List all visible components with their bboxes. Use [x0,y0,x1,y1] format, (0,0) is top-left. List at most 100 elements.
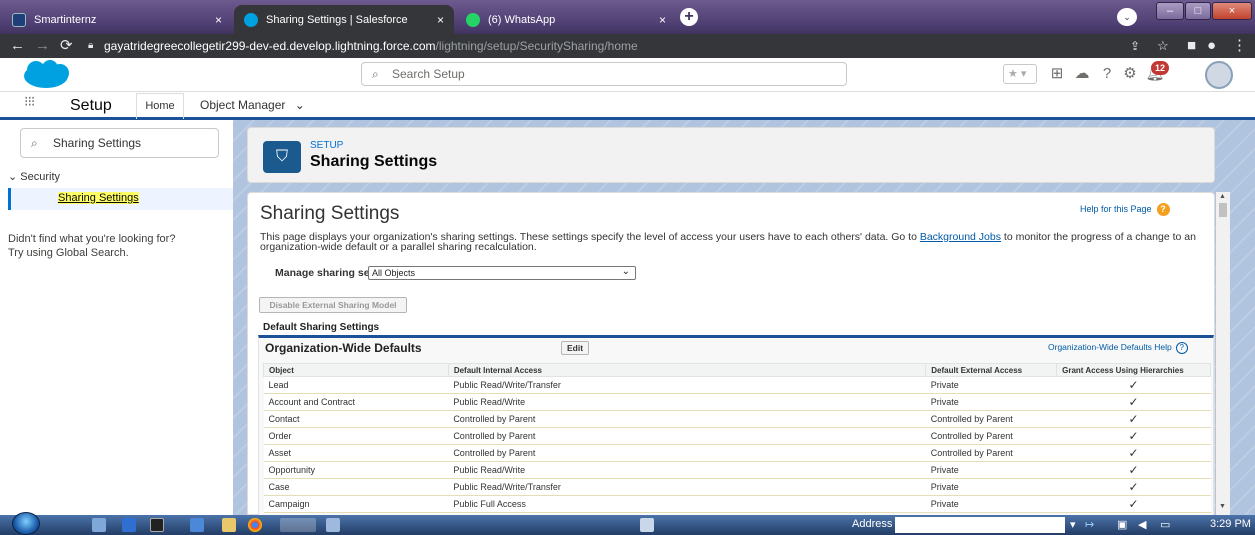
shield-icon: ⛉ [263,141,301,173]
start-button-icon[interactable] [12,512,40,535]
owd-help-text: Organization-Wide Defaults Help [1048,342,1172,352]
tab-object-manager[interactable]: Object Manager ⌄ [200,93,305,119]
close-tab-icon[interactable]: × [215,13,222,27]
taskbar-app-icon[interactable] [190,518,204,532]
close-window-button[interactable]: × [1212,2,1252,20]
vertical-scrollbar[interactable] [1216,192,1230,515]
media-player-icon[interactable] [122,518,136,532]
tab-whatsapp[interactable]: (6) WhatsApp × [456,5,676,34]
search-placeholder: Search Setup [392,67,465,81]
tab-home[interactable]: Home [136,93,184,119]
url-host: gayatridegreecollegetir299-dev-ed.develo… [104,39,436,53]
bookmark-star-icon[interactable]: ☆ [1157,36,1169,56]
taskbar-address-input[interactable] [895,517,1065,533]
external-access-cell: Controlled by Parent [925,410,1057,428]
network-icon[interactable]: ▣ [1117,518,1127,531]
lock-icon[interactable]: 🔒︎ [88,36,93,56]
tree-item-sharing-settings[interactable]: Sharing Settings [8,188,233,210]
background-jobs-link[interactable]: Background Jobs [920,231,1001,243]
owd-table: Object Default Internal Access Default E… [263,363,1211,513]
smartinternz-favicon-icon [12,12,26,27]
quick-find-input[interactable]: ⌕ Sharing Settings [20,128,219,158]
volume-icon[interactable]: ◀︎ [1138,518,1146,531]
table-row: Contact Controlled by Parent Controlled by… [263,410,1211,428]
close-tab-icon[interactable]: × [659,13,666,27]
scrollbar-thumb[interactable] [1219,203,1227,217]
share-icon[interactable]: ⇪ [1130,36,1140,56]
tree-section-label: Security [20,171,61,183]
address-dropdown-icon[interactable]: ▾ [1070,518,1076,531]
tab-sharing-settings[interactable]: Sharing Settings | Salesforce × [234,5,454,34]
power-icon[interactable]: ▭ [1160,518,1170,531]
forward-arrow-icon[interactable]: → [35,36,50,56]
external-access-cell: Private [925,478,1057,496]
app-launcher-grid-icon[interactable]: ⁝⁝⁝ [24,94,38,108]
profile-icon[interactable]: ● [1207,36,1216,56]
owd-help-link[interactable]: Organization-Wide Defaults Help? [1048,342,1188,354]
table-header-row: Object Default Internal Access Default E… [263,363,1211,377]
column-header: Grant Access Using Hierarchies [1056,363,1211,377]
side-panel-icon[interactable]: ■ [1187,36,1196,56]
taskbar-address-label: Address [852,518,893,530]
close-tab-icon[interactable]: × [437,13,444,27]
content-heading: Sharing Settings [260,203,400,224]
object-cell: Case [263,478,449,496]
internal-access-cell: Public Read/Write/Transfer [448,376,926,394]
checkmark-icon: ✓ [1056,495,1211,513]
user-avatar[interactable] [1205,61,1233,89]
command-prompt-icon[interactable] [150,518,164,532]
tab-label: (6) WhatsApp [488,13,556,26]
table-row: Campaign Public Full Access Private ✓ [263,495,1211,513]
tree-section-security[interactable]: ⌄ Security [8,170,60,183]
checkmark-icon: ✓ [1056,410,1211,428]
help-question-icon[interactable]: ? [1097,64,1117,84]
salesforce-logo-icon[interactable] [22,60,70,90]
external-access-cell: Controlled by Parent [925,444,1057,462]
object-cell: Opportunity [263,461,449,479]
global-actions-plus-icon[interactable]: ⊞ [1047,64,1067,84]
object-cell: Lead [263,376,449,394]
tab-label: Smartinternz [34,13,97,26]
tab-search-chevron-icon[interactable]: ⌄ [1117,8,1137,26]
object-cell: Campaign [263,495,449,513]
taskbar-app-icon[interactable] [326,518,340,532]
system-clock[interactable]: 3:29 PM [1210,518,1251,530]
address-bar-url[interactable]: gayatridegreecollegetir299-dev-ed.develo… [104,36,1104,56]
minimize-button[interactable]: – [1156,2,1184,20]
go-arrow-icon[interactable]: ↦ [1085,518,1094,531]
show-desktop-icon[interactable] [92,518,106,532]
manage-sharing-value: All Objects [372,268,416,278]
search-setup-input[interactable]: ⌕ Search Setup [361,62,847,86]
scroll-down-arrow-icon[interactable]: ▼ [1219,503,1226,510]
back-arrow-icon[interactable]: ← [10,36,25,56]
disable-external-sharing-button[interactable]: Disable External Sharing Model [259,297,407,313]
chevron-down-icon[interactable]: ⌄ [295,98,305,112]
internal-access-cell: Public Read/Write [448,393,926,411]
tree-item-label: Sharing Settings [58,192,139,204]
favorites-star-icon[interactable]: ★ ▾ [1003,64,1037,84]
keyboard-icon[interactable] [640,518,654,532]
chrome-active-window-icon[interactable] [280,518,316,532]
maximize-button[interactable]: □ [1185,2,1211,20]
scroll-up-arrow-icon[interactable]: ▲ [1219,193,1226,200]
manage-sharing-select[interactable]: All Objects ⌄ [368,266,636,280]
tab-label: Sharing Settings | Salesforce [266,13,408,26]
browser-menu-icon[interactable]: ⋮ [1232,36,1247,56]
checkmark-icon: ✓ [1056,478,1211,496]
object-cell: Asset [263,444,449,462]
owd-edit-button[interactable]: Edit [561,341,589,355]
tab-smartinternz[interactable]: Smartinternz × [2,5,232,34]
file-explorer-icon[interactable] [222,518,236,532]
chevron-down-icon: ⌄ [621,266,630,277]
help-for-page-link[interactable]: Help for this Page? [1080,203,1170,216]
search-icon: ⌕ [372,67,379,81]
trailhead-cloud-icon[interactable]: ☁ [1072,64,1092,84]
no-result-line: Didn't find what you're looking for? [8,233,176,245]
new-tab-button[interactable]: + [680,8,698,26]
default-sharing-heading: Default Sharing Settings [263,322,380,333]
chrome-icon[interactable] [248,518,262,532]
reload-icon[interactable]: ⟳ [60,36,73,56]
setup-gear-icon[interactable]: ⚙ [1120,64,1140,84]
internal-access-cell: Public Full Access [448,495,926,513]
app-name: Setup [70,97,112,114]
